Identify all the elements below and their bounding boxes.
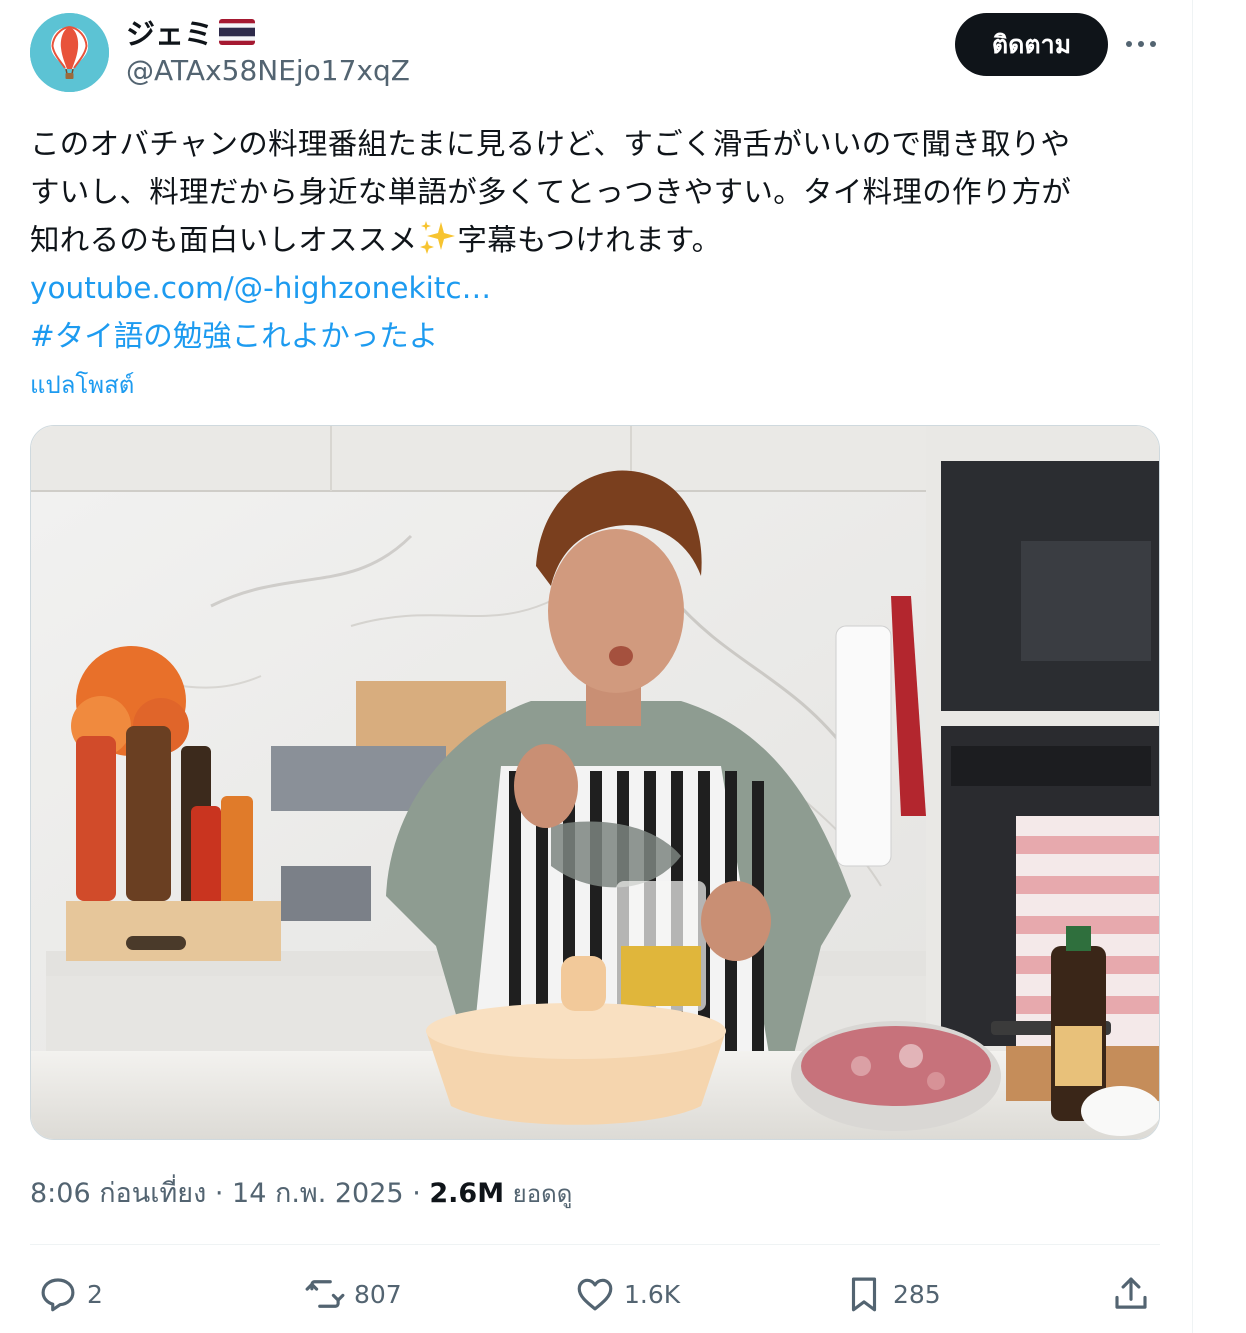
post-time[interactable]: 8:06 ก่อนเที่ยง [30, 1178, 206, 1209]
like-button[interactable]: 1.6K [574, 1271, 680, 1317]
repost-button[interactable]: 807 [304, 1271, 402, 1317]
follow-button[interactable]: ติดตาม [955, 13, 1108, 76]
views-label: ยอดดู [512, 1180, 573, 1208]
post-text-line-3-end: 字幕もつけれます。 [457, 223, 722, 257]
avatar[interactable] [30, 13, 109, 92]
share-button[interactable] [1110, 1271, 1152, 1317]
youtube-link[interactable]: youtube.com/@-highzonekitc… [30, 264, 491, 312]
repost-count: 807 [354, 1279, 402, 1309]
sparkles-icon [417, 218, 457, 258]
post-text-line-2: すいし、料理だから身近な単語が多くてとっつきやすい。タイ料理の作り方が [30, 175, 1072, 209]
post-meta: 8:06 ก่อนเที่ยง · 14 ก.พ. 2025 · 2.6M ยอ… [30, 1171, 572, 1214]
translate-post-button[interactable]: แปลโพสต์ [30, 365, 134, 404]
hashtag-link[interactable]: #タイ語の勉強これよかったよ [30, 312, 438, 360]
column-border [1192, 0, 1193, 1333]
post-text: このオバチャンの料理番組たまに見るけど、すごく滑舌がいいので聞き取りや すいし、… [30, 120, 1170, 264]
more-options-button[interactable] [1116, 24, 1166, 64]
actions-divider [30, 1244, 1160, 1245]
post-date[interactable]: 14 ก.พ. 2025 [232, 1178, 404, 1209]
reply-icon [41, 1278, 75, 1312]
like-count: 1.6K [624, 1279, 681, 1309]
post-text-line-3: 知れるのも面白いしオススメ 字幕もつけれます。 [30, 216, 1170, 264]
user-handle[interactable]: @ATAx58NEjo17xqZ [126, 54, 410, 87]
heart-icon [577, 1278, 613, 1311]
repost-icon [305, 1280, 345, 1308]
share-icon [1115, 1277, 1147, 1309]
cooking-show-image [31, 426, 1159, 1139]
display-name-row[interactable]: ジェミ [126, 11, 256, 53]
reply-button[interactable]: 2 [37, 1271, 103, 1317]
meta-separator-1: · [214, 1178, 224, 1209]
meta-separator-2: · [412, 1178, 421, 1209]
bookmark-count: 285 [893, 1279, 941, 1309]
post-text-line-1: このオバチャンの料理番組たまに見るけど、すごく滑舌がいいので聞き取りや [30, 127, 1071, 161]
views-count: 2.6M [429, 1178, 505, 1209]
video-thumbnail[interactable] [30, 425, 1160, 1140]
more-horizontal-icon [1126, 41, 1156, 47]
bookmark-icon [851, 1277, 877, 1312]
thailand-flag-icon [219, 19, 256, 45]
hot-air-balloon-icon [30, 13, 109, 92]
display-name[interactable]: ジェミ [126, 11, 213, 53]
bookmark-button[interactable]: 285 [843, 1271, 941, 1317]
post-text-line-3-start: 知れるのも面白いしオススメ [30, 223, 418, 257]
reply-count: 2 [87, 1279, 103, 1309]
